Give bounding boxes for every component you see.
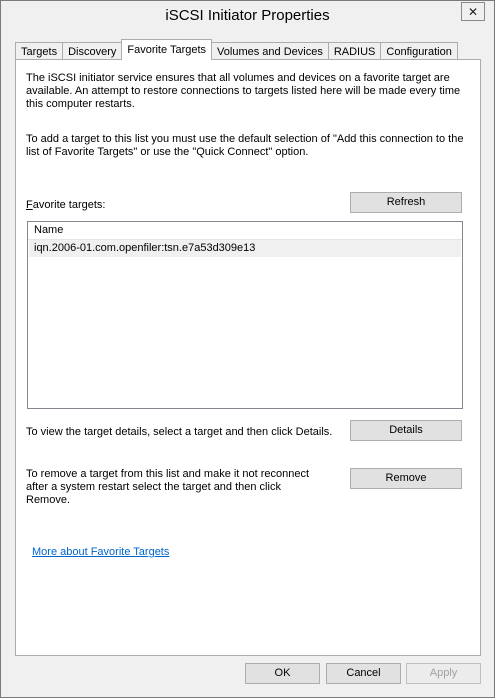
title-bar: iSCSI Initiator Properties ✕ bbox=[1, 1, 494, 31]
ok-button[interactable]: OK bbox=[245, 663, 320, 684]
remove-button[interactable]: Remove bbox=[350, 468, 462, 489]
window-title: iSCSI Initiator Properties bbox=[165, 7, 330, 24]
details-button[interactable]: Details bbox=[350, 420, 462, 441]
details-instructions-text: To view the target details, select a tar… bbox=[26, 426, 333, 438]
list-column-name[interactable]: Name bbox=[28, 222, 462, 240]
list-item[interactable]: iqn.2006-01.com.openfiler:tsn.e7a53d309e… bbox=[29, 240, 461, 257]
tab-configuration[interactable]: Configuration bbox=[380, 42, 458, 60]
tab-strip: Targets Discovery Favorite Targets Volum… bbox=[15, 39, 458, 60]
favorite-targets-list[interactable]: Name iqn.2006-01.com.openfiler:tsn.e7a53… bbox=[27, 221, 463, 409]
remove-label: Remove bbox=[385, 472, 427, 484]
favorite-targets-label: Favorite targets: bbox=[26, 199, 106, 211]
apply-button[interactable]: Apply bbox=[406, 663, 481, 684]
close-button[interactable]: ✕ bbox=[461, 2, 485, 21]
ok-label: OK bbox=[274, 667, 291, 679]
refresh-label: Refresh bbox=[386, 196, 426, 208]
tab-volumes-and-devices[interactable]: Volumes and Devices bbox=[211, 42, 329, 60]
properties-window: iSCSI Initiator Properties ✕ Targets Dis… bbox=[0, 0, 495, 698]
favorite-targets-panel: The iSCSI initiator service ensures that… bbox=[15, 59, 481, 656]
details-label: Details bbox=[389, 424, 423, 436]
add-instructions-text: To add a target to this list you must us… bbox=[26, 133, 464, 158]
tab-discovery[interactable]: Discovery bbox=[62, 42, 123, 60]
cancel-label: Cancel bbox=[346, 667, 381, 679]
tab-favorite-targets[interactable]: Favorite Targets bbox=[121, 39, 213, 60]
refresh-button[interactable]: Refresh bbox=[350, 192, 462, 213]
more-about-favorite-targets-link[interactable]: More about Favorite Targets bbox=[32, 546, 169, 559]
close-icon: ✕ bbox=[467, 4, 479, 19]
apply-label: Apply bbox=[429, 667, 458, 679]
remove-instructions-text: To remove a target from this list and ma… bbox=[26, 468, 310, 506]
tab-radius[interactable]: RADIUS bbox=[327, 42, 382, 60]
intro-text: The iSCSI initiator service ensures that… bbox=[26, 72, 461, 110]
tab-targets[interactable]: Targets bbox=[15, 42, 64, 60]
cancel-button[interactable]: Cancel bbox=[326, 663, 401, 684]
favorite-targets-label-rest: avorite targets: bbox=[32, 199, 106, 211]
